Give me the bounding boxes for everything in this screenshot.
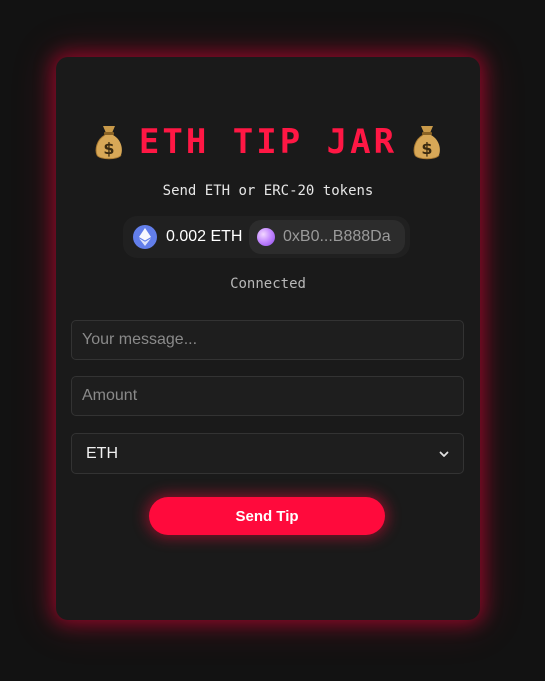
- title-row: $ ETH TIP JAR $: [56, 119, 480, 165]
- chevron-down-icon: [439, 451, 449, 457]
- money-bag-icon: $: [95, 126, 122, 160]
- wallet-widget: 0.002 ETH 0xB0...B888Da: [123, 216, 410, 258]
- token-select-value: ETH: [86, 444, 118, 462]
- wallet-address: 0xB0...B888Da: [283, 228, 391, 245]
- avatar-icon: [257, 228, 275, 246]
- tip-jar-card: $ ETH TIP JAR $ Send ETH or ERC-20 token…: [56, 57, 480, 620]
- svg-text:$: $: [422, 139, 433, 158]
- message-input[interactable]: [71, 320, 464, 360]
- wallet-balance: 0.002 ETH: [166, 228, 243, 245]
- amount-input[interactable]: [71, 376, 464, 416]
- page-title: ETH TIP JAR: [138, 122, 398, 162]
- money-bag-icon: $: [413, 126, 440, 160]
- send-tip-button[interactable]: Send Tip: [149, 497, 385, 535]
- svg-text:$: $: [103, 139, 114, 158]
- subtitle: Send ETH or ERC-20 tokens: [162, 183, 374, 199]
- account-button[interactable]: 0xB0...B888Da: [249, 220, 405, 254]
- eth-icon: [133, 225, 157, 249]
- token-select[interactable]: ETH: [71, 433, 464, 474]
- connection-status: Connected: [230, 276, 306, 292]
